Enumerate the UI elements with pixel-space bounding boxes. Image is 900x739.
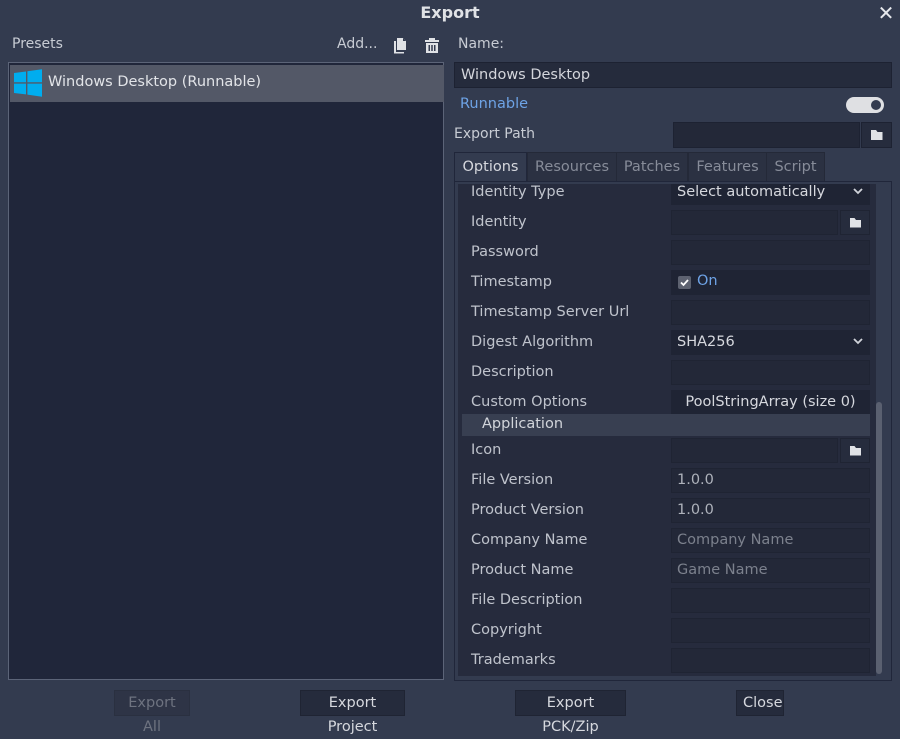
icon-browse-button[interactable] <box>840 438 870 463</box>
company-name-input[interactable]: Company Name <box>671 528 870 553</box>
duplicate-preset-button[interactable] <box>391 36 409 54</box>
property-row: Identity Type Select automatically <box>458 184 876 208</box>
checkmark-icon <box>680 279 689 287</box>
identity-browse-button[interactable] <box>840 210 870 235</box>
dialog-title: Export <box>420 3 480 22</box>
property-label: Identity Type <box>471 184 565 200</box>
property-row: Product Name Game Name <box>458 556 876 586</box>
file-version-input[interactable]: 1.0.0 <box>671 468 870 493</box>
property-label: Custom Options <box>471 394 588 410</box>
chevron-down-icon <box>853 338 863 345</box>
windows-logo-icon <box>14 69 42 97</box>
property-row: Trademarks <box>458 646 876 676</box>
property-row: File Version 1.0.0 <box>458 466 876 496</box>
file-description-input[interactable] <box>671 588 870 613</box>
property-row: Company Name Company Name <box>458 526 876 556</box>
delete-preset-button[interactable] <box>423 36 441 54</box>
property-label: Digest Algorithm <box>471 334 594 350</box>
trash-icon <box>425 38 439 53</box>
export-path-input[interactable] <box>673 122 860 148</box>
close-icon: ✕ <box>877 1 895 25</box>
property-label: Product Name <box>471 562 574 578</box>
property-row: Identity <box>458 208 876 238</box>
property-label: Product Version <box>471 502 584 518</box>
close-dialog-button[interactable]: ✕ <box>874 2 898 24</box>
copyright-input[interactable] <box>671 618 870 643</box>
property-row: File Description <box>458 586 876 616</box>
export-path-browse-button[interactable] <box>861 122 892 148</box>
description-input[interactable] <box>671 360 870 385</box>
timestamp-server-url-input[interactable] <box>671 300 870 325</box>
property-label: Password <box>471 244 539 260</box>
property-label: Icon <box>471 442 502 458</box>
tab-resources[interactable]: Resources <box>527 152 617 182</box>
runnable-label: Runnable <box>460 96 529 112</box>
trademarks-input[interactable] <box>671 648 870 673</box>
property-row: Copyright <box>458 616 876 646</box>
export-path-label: Export Path <box>454 126 536 142</box>
property-row: Icon <box>458 436 876 466</box>
select-value: Select automatically <box>677 184 826 200</box>
property-row: Password <box>458 238 876 268</box>
export-pck-zip-button[interactable]: Export PCK/Zip <box>515 690 626 735</box>
preset-item[interactable]: Windows Desktop (Runnable) <box>10 65 444 102</box>
property-label: Trademarks <box>471 652 556 668</box>
property-row: Timestamp Server Url <box>458 298 876 328</box>
folder-icon <box>850 218 861 228</box>
tab-features[interactable]: Features <box>688 152 767 182</box>
property-row: Digest Algorithm SHA256 <box>458 328 876 358</box>
custom-options-array-button[interactable]: PoolStringArray (size 0) <box>671 390 870 415</box>
identity-type-select[interactable]: Select automatically <box>671 184 870 205</box>
property-label: Description <box>471 364 554 380</box>
presets-label: Presets <box>12 36 63 52</box>
select-value: SHA256 <box>677 334 735 350</box>
digest-algorithm-select[interactable]: SHA256 <box>671 330 870 355</box>
property-label: Identity <box>471 214 527 230</box>
checkbox-label: On <box>697 273 718 289</box>
property-row: Timestamp On <box>458 268 876 298</box>
export-all-button[interactable]: Export All <box>114 690 190 735</box>
checkbox-checked[interactable] <box>678 276 691 289</box>
duplicate-icon <box>394 38 406 54</box>
icon-path-input[interactable] <box>671 438 838 463</box>
property-row: Product Version 1.0.0 <box>458 496 876 526</box>
property-row: Description <box>458 358 876 388</box>
toggle-knob <box>871 100 881 110</box>
tab-options[interactable]: Options <box>454 152 527 182</box>
chevron-down-icon <box>853 188 863 195</box>
add-preset-button[interactable]: Add... <box>337 36 377 52</box>
options-inspector: Identity Type Select automatically Ident… <box>458 184 876 676</box>
tab-patches[interactable]: Patches <box>616 152 688 182</box>
section-title: Application <box>482 416 564 432</box>
folder-icon <box>871 130 883 140</box>
property-label: File Version <box>471 472 554 488</box>
timestamp-checkbox[interactable]: On <box>671 270 870 295</box>
product-name-input[interactable]: Game Name <box>671 558 870 583</box>
close-button[interactable]: Close <box>736 690 784 716</box>
section-header-application[interactable]: Application <box>462 414 870 436</box>
property-label: Company Name <box>471 532 588 548</box>
export-project-button[interactable]: Export Project <box>300 690 405 735</box>
password-input[interactable] <box>671 240 870 265</box>
identity-input[interactable] <box>671 210 838 235</box>
property-label: Timestamp Server Url <box>471 304 630 320</box>
property-label: Timestamp <box>471 274 552 290</box>
property-label: Copyright <box>471 622 542 638</box>
folder-icon <box>850 446 861 456</box>
product-version-input[interactable]: 1.0.0 <box>671 498 870 523</box>
runnable-toggle[interactable] <box>846 97 884 113</box>
tab-script[interactable]: Script <box>766 152 825 182</box>
name-label: Name: <box>458 36 505 52</box>
preset-list[interactable] <box>8 62 444 680</box>
property-label: File Description <box>471 592 583 608</box>
preset-name: Windows Desktop (Runnable) <box>48 74 262 90</box>
preset-name-input[interactable] <box>454 62 892 88</box>
inspector-scrollbar[interactable] <box>876 402 882 674</box>
